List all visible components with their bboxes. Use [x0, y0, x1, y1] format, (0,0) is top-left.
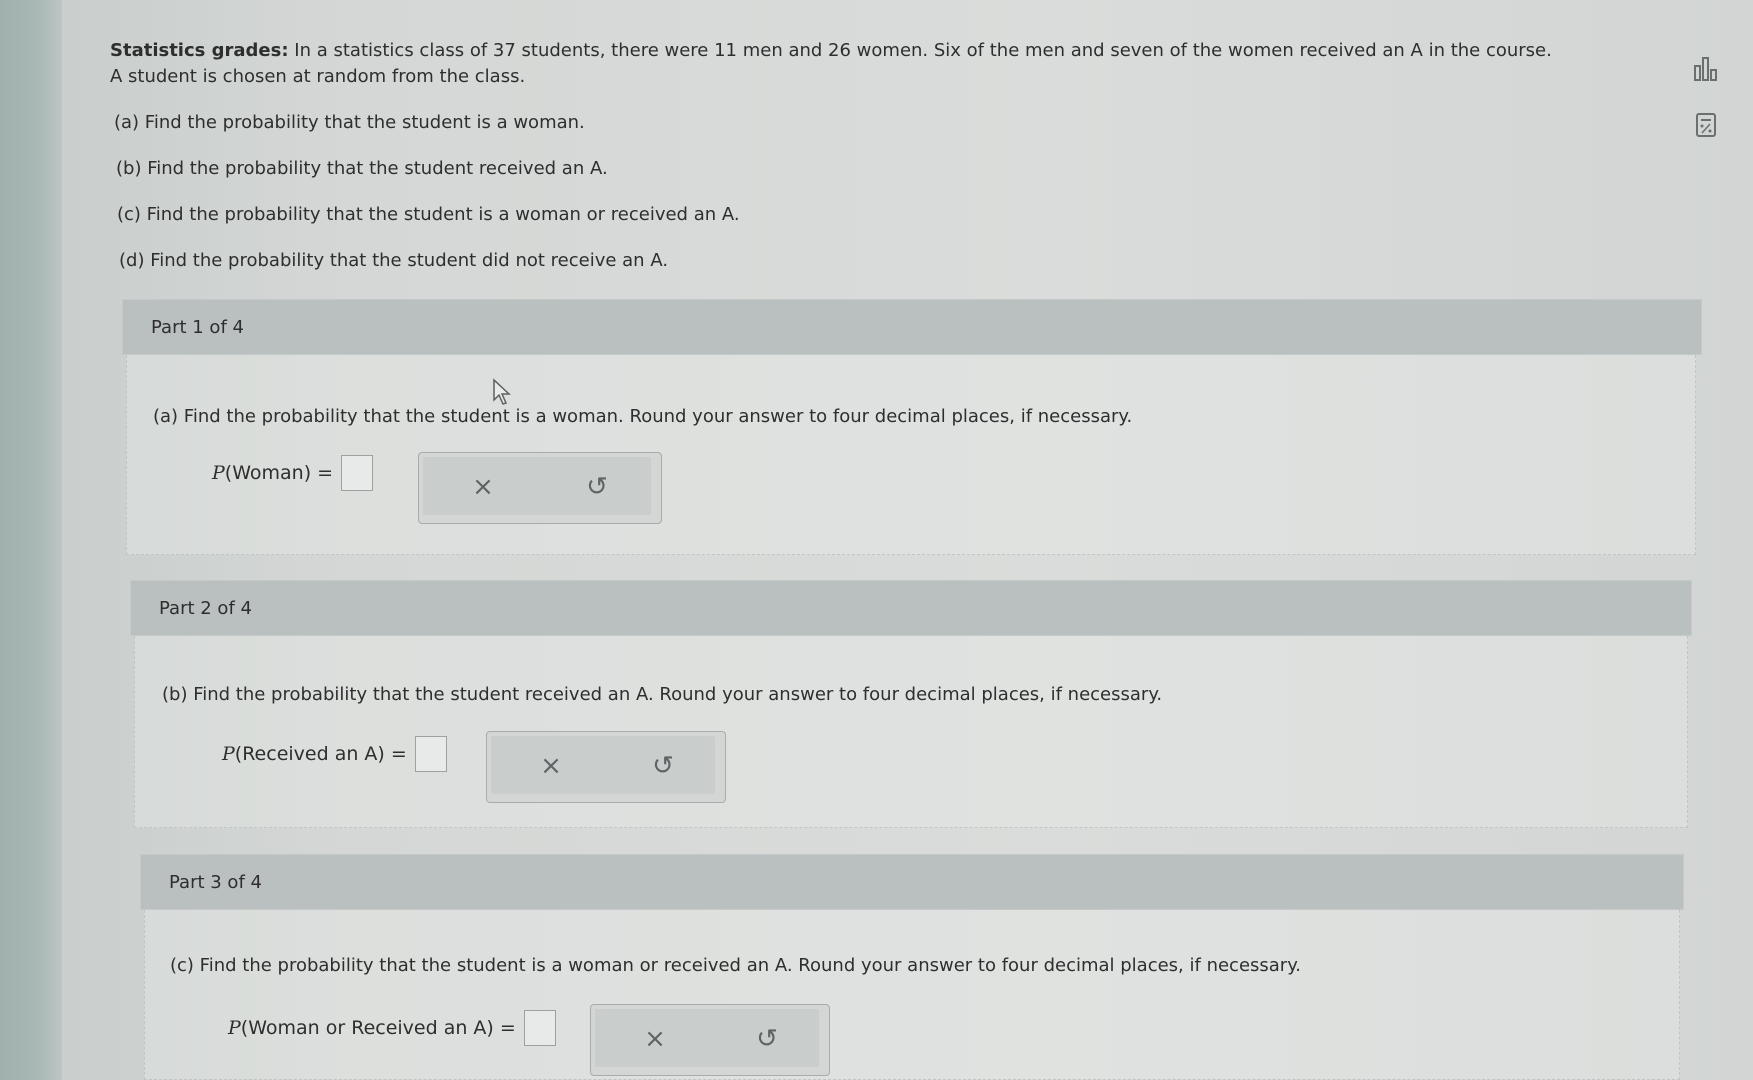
part-1-prompt: (a) Find the probability that the studen…	[153, 406, 1133, 427]
part-1-tool-panel: × ↺	[418, 452, 662, 524]
part-3-undo-icon[interactable]: ↺	[747, 1019, 787, 1059]
part-1-answer-row: P(Woman) =	[212, 455, 374, 491]
part-2-header: Part 2 of 4	[130, 580, 1692, 636]
part-3-answer-row: P(Woman or Received an A) =	[228, 1010, 556, 1046]
part-1-header: Part 1 of 4	[122, 299, 1702, 355]
part-3-clear-icon[interactable]: ×	[635, 1019, 675, 1059]
screen: Statistics grades: In a statistics class…	[0, 0, 1753, 1080]
part-3-tool-panel: × ↺	[590, 1004, 830, 1076]
part-1-clear-icon[interactable]: ×	[463, 467, 503, 507]
question-c: (c) Find the probability that the studen…	[117, 204, 740, 225]
problem-text: In a statistics class of 37 students, th…	[294, 40, 1552, 61]
part-3-answer-label: P(Woman or Received an A) =	[228, 1017, 516, 1039]
mouse-cursor-icon	[493, 378, 511, 405]
part-2-tool-panel: × ↺	[486, 731, 726, 803]
screen-edge	[0, 0, 62, 1080]
part-2-body	[134, 636, 1688, 828]
problem-title: Statistics grades:	[110, 40, 289, 61]
problem-text-2: A student is chosen at random from the c…	[110, 66, 526, 87]
calculator-icon[interactable]	[1693, 112, 1719, 138]
part-2-prompt: (b) Find the probability that the studen…	[162, 684, 1163, 705]
part-2-answer-input[interactable]	[414, 736, 447, 772]
part-3-answer-input[interactable]	[523, 1010, 556, 1046]
problem-statement: Statistics grades: In a statistics class…	[110, 38, 1710, 271]
question-d: (d) Find the probability that the studen…	[119, 250, 669, 271]
question-b: (b) Find the probability that the studen…	[116, 158, 608, 179]
bar-chart-icon[interactable]	[1693, 56, 1719, 82]
part-2-answer-row: P(Received an A) =	[222, 736, 447, 772]
part-1-undo-icon[interactable]: ↺	[577, 467, 617, 507]
part-2-clear-icon[interactable]: ×	[531, 746, 571, 786]
part-1-answer-input[interactable]	[341, 455, 374, 491]
part-3-body	[144, 910, 1680, 1080]
problem-page: Statistics grades: In a statistics class…	[62, 0, 1753, 1080]
part-3-prompt: (c) Find the probability that the studen…	[170, 955, 1302, 976]
part-2-undo-icon[interactable]: ↺	[643, 746, 683, 786]
part-2-answer-label: P(Received an A) =	[222, 743, 407, 765]
side-toolbar	[1693, 56, 1723, 168]
question-a: (a) Find the probability that the studen…	[114, 112, 585, 133]
part-1-answer-label: P(Woman) =	[212, 462, 334, 484]
part-3-header: Part 3 of 4	[140, 854, 1684, 910]
